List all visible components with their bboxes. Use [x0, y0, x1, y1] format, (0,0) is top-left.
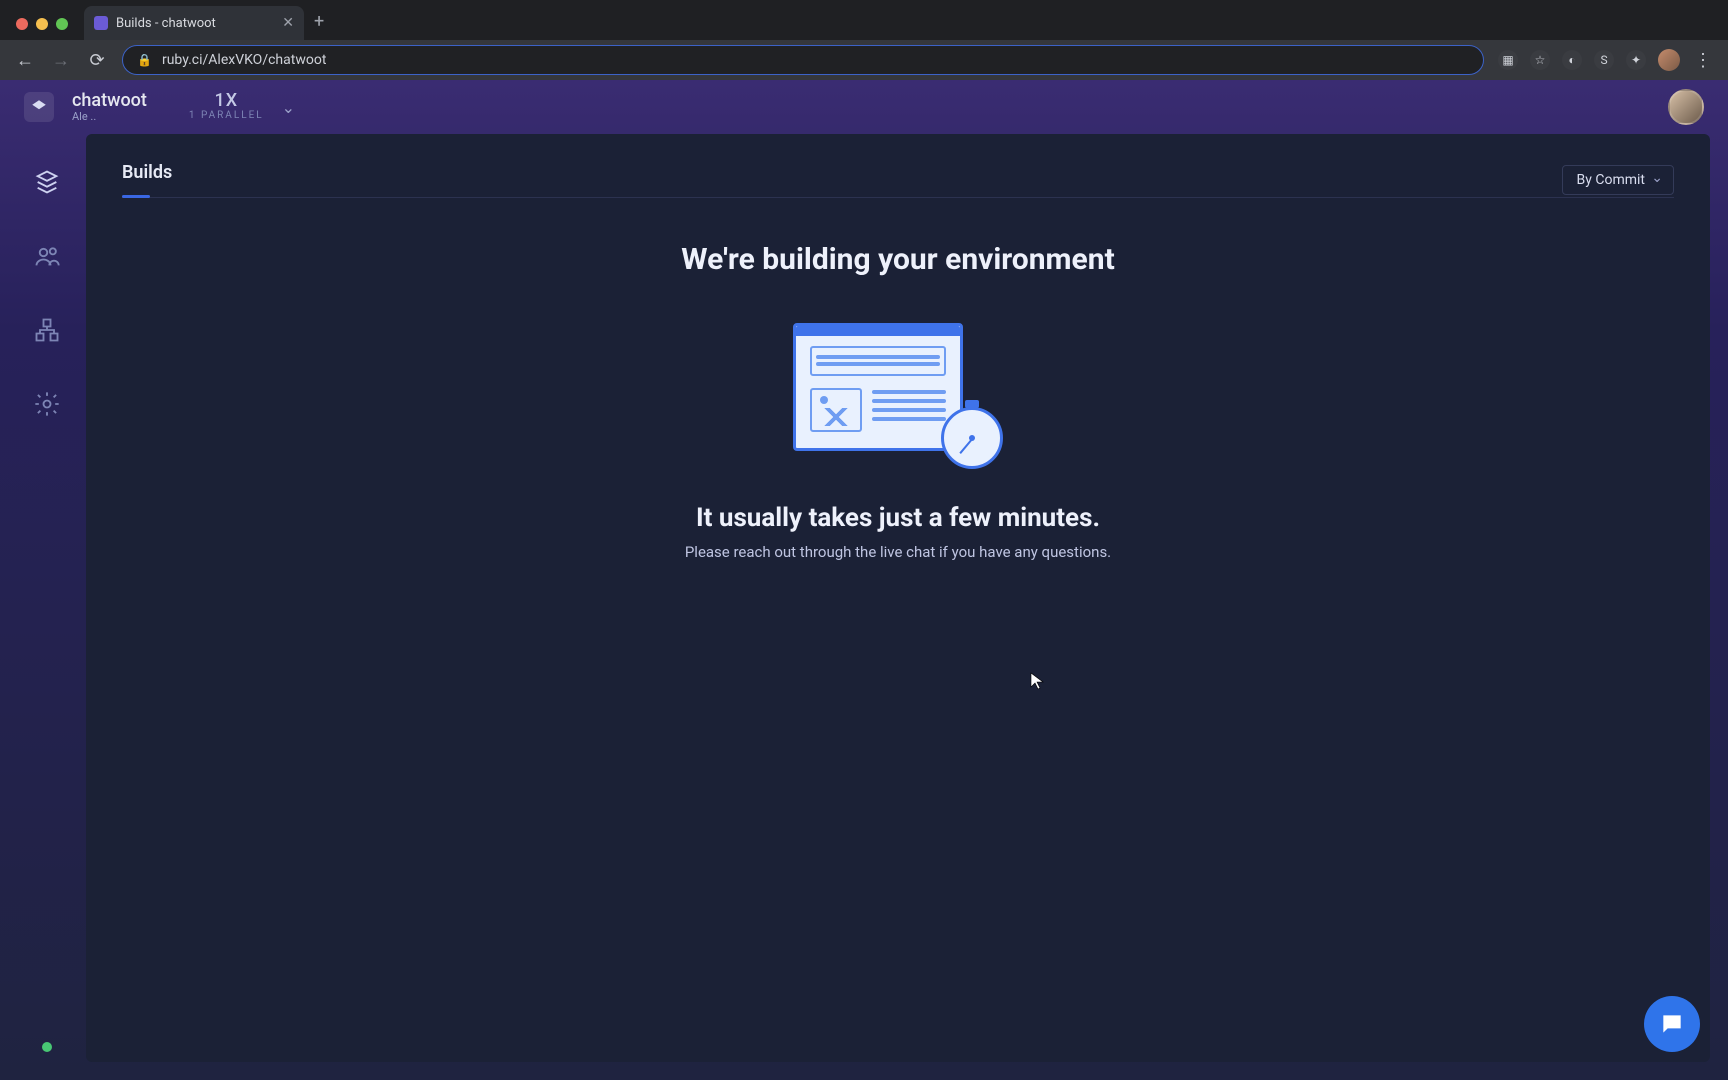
favicon-icon	[94, 16, 108, 30]
browser-tab[interactable]: Builds - chatwoot ✕	[84, 6, 304, 40]
team-icon[interactable]	[31, 240, 63, 272]
parallel-label: 1 PARALLEL	[189, 111, 264, 122]
window-controls	[16, 18, 68, 30]
extension-1-icon[interactable]: ◐	[1562, 50, 1582, 70]
empty-state-paragraph: Please reach out through the live chat i…	[122, 543, 1674, 561]
user-avatar[interactable]	[1668, 89, 1704, 125]
project-name: chatwoot	[72, 91, 147, 111]
cursor-icon	[1030, 672, 1044, 690]
profile-avatar-icon[interactable]	[1658, 49, 1680, 71]
content-panel: Builds By Commit We're building your env…	[86, 134, 1710, 1062]
new-tab-button[interactable]: +	[314, 11, 324, 32]
close-tab-button[interactable]: ✕	[282, 15, 294, 31]
tab-builds[interactable]: Builds	[122, 162, 172, 197]
toolbar-right: ▦ ☆ ◐ S ✦ ⋮	[1498, 49, 1714, 71]
sort-dropdown[interactable]: By Commit	[1562, 165, 1674, 195]
url-text: ruby.ci/AlexVKO/chatwoot	[162, 52, 326, 68]
extensions-icon[interactable]: ✦	[1626, 50, 1646, 70]
project-owner: Ale ..	[72, 111, 147, 123]
tab-title: Builds - chatwoot	[116, 16, 216, 31]
empty-state-heading: We're building your environment	[122, 242, 1674, 277]
browser-chrome: Builds - chatwoot ✕ + ← → ⟳ 🔒 ruby.ci/Al…	[0, 0, 1728, 80]
parallel-count: 1X	[189, 92, 264, 111]
connection-status-dot	[42, 1042, 52, 1052]
tab-label: Builds	[122, 162, 172, 183]
extension-2-icon[interactable]: S	[1594, 50, 1614, 70]
parallel-dropdown-button[interactable]: ⌄	[282, 98, 295, 117]
live-chat-button[interactable]	[1644, 996, 1700, 1052]
tabs-row: Builds By Commit	[122, 162, 1674, 198]
bookmark-icon[interactable]: ☆	[1530, 50, 1550, 70]
address-row: ← → ⟳ 🔒 ruby.ci/AlexVKO/chatwoot ▦ ☆ ◐ S…	[0, 40, 1728, 80]
builds-icon[interactable]	[31, 166, 63, 198]
app-logo-icon[interactable]	[24, 92, 54, 122]
browser-menu-button[interactable]: ⋮	[1692, 50, 1714, 71]
forward-button[interactable]: →	[50, 50, 72, 71]
back-button[interactable]: ←	[14, 50, 36, 71]
project-block[interactable]: chatwoot Ale ..	[72, 91, 147, 123]
minimize-window-button[interactable]	[36, 18, 48, 30]
lock-icon: 🔒	[137, 53, 152, 67]
qr-icon[interactable]: ▦	[1498, 50, 1518, 70]
sidenav	[8, 134, 86, 1080]
empty-state: We're building your environment It usual…	[122, 242, 1674, 561]
address-bar[interactable]: 🔒 ruby.ci/AlexVKO/chatwoot	[122, 45, 1484, 75]
reload-button[interactable]: ⟳	[86, 50, 108, 71]
dropdown-value: By Commit	[1577, 172, 1645, 188]
empty-state-subheading: It usually takes just a few minutes.	[122, 503, 1674, 533]
integrations-icon[interactable]	[31, 314, 63, 346]
app-topbar: chatwoot Ale .. 1X 1 PARALLEL ⌄	[0, 80, 1728, 134]
building-illustration-icon	[793, 323, 1003, 463]
app-body: Builds By Commit We're building your env…	[0, 134, 1728, 1080]
maximize-window-button[interactable]	[56, 18, 68, 30]
settings-icon[interactable]	[31, 388, 63, 420]
close-window-button[interactable]	[16, 18, 28, 30]
app: chatwoot Ale .. 1X 1 PARALLEL ⌄	[0, 80, 1728, 1080]
tab-row: Builds - chatwoot ✕ +	[0, 0, 1728, 40]
parallel-block[interactable]: 1X 1 PARALLEL	[189, 92, 264, 121]
